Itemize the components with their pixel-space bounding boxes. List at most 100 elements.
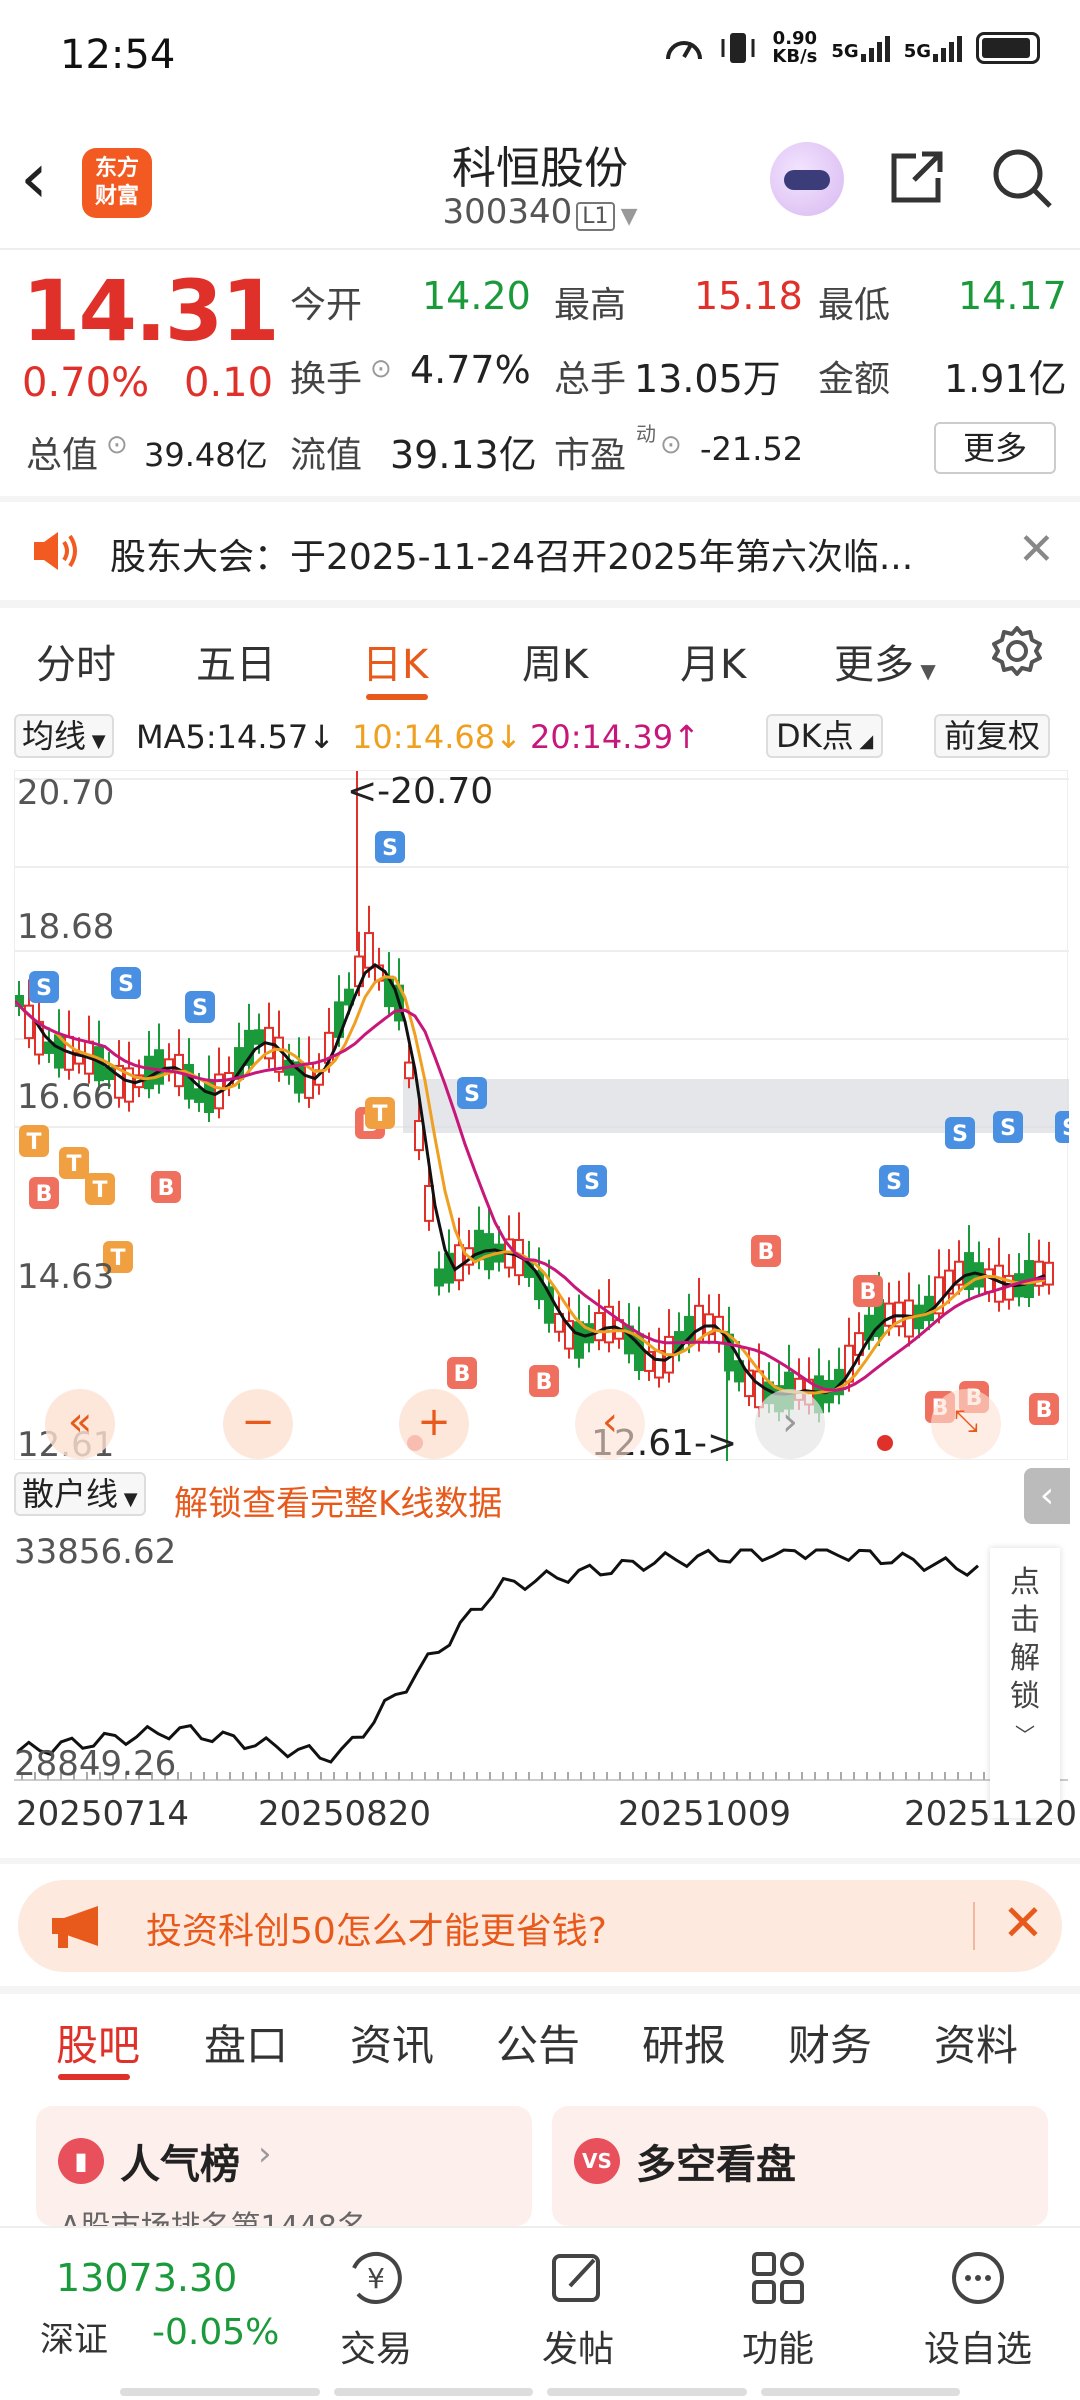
candle-body: [884, 1302, 894, 1327]
volume-value: 13.05万: [634, 357, 781, 401]
max-price-annotation: <-20.70: [347, 771, 494, 812]
zoom-out-button[interactable]: −: [223, 1389, 293, 1459]
dk-point-selector[interactable]: DK点 ◢: [766, 714, 884, 758]
signal-label: S: [1062, 1116, 1069, 1141]
home-indicator: [120, 2388, 960, 2396]
dropdown-icon: ▼: [914, 659, 936, 683]
network-type-2: 5G: [903, 41, 931, 62]
scroll-left-button[interactable]: ‹: [575, 1389, 645, 1459]
tab-profile[interactable]: 资料: [934, 2012, 1018, 2073]
index-value[interactable]: 13073.30: [56, 2256, 237, 2300]
signal-label: S: [36, 976, 52, 1001]
announcement-text: 股东大会：于2025-11-24召开2025年第六次临...: [110, 537, 914, 578]
share-icon[interactable]: [886, 148, 946, 208]
signal-label: S: [584, 1170, 600, 1195]
info-icon[interactable]: ⊙: [370, 354, 392, 384]
mktcap-value: 39.48亿: [144, 436, 268, 474]
promo-banner[interactable]: 投资科创50怎么才能更省钱? ✕: [18, 1880, 1062, 1972]
open-label: 今开: [290, 285, 363, 326]
popularity-card[interactable]: ▮ 人气榜 › A股市场排名第1448名: [36, 2106, 532, 2245]
scroll-right-button[interactable]: ›: [755, 1389, 825, 1459]
chevron-left-icon[interactable]: ‹: [1024, 1468, 1070, 1524]
signal-label: T: [372, 1102, 387, 1127]
trade-button[interactable]: ¥ 交易: [306, 2248, 446, 2372]
candle-body: [1044, 1261, 1054, 1286]
sub-indicator-selector[interactable]: 散户线 ▼: [14, 1472, 146, 1516]
signal-label: S: [464, 1082, 480, 1107]
turnover-label: 换手: [290, 359, 363, 400]
retail-series-line: [17, 1548, 979, 1764]
battery-icon: [976, 32, 1040, 64]
tab-guba[interactable]: 股吧: [56, 2012, 140, 2073]
info-icon[interactable]: ⊙: [660, 430, 682, 460]
tab-five-day[interactable]: 五日: [196, 632, 276, 690]
kline-chart[interactable]: SSSSSSSSSSBBBBBBBBBBTTTTT 20.70 18.68 16…: [13, 770, 1080, 1465]
unlock-link[interactable]: 解锁查看完整K线数据: [174, 1476, 502, 1525]
tab-monthly-k[interactable]: 月K: [680, 632, 746, 690]
long-short-card[interactable]: VS 多空看盘: [552, 2106, 1048, 2226]
tab-daily-k[interactable]: 日K: [362, 632, 428, 690]
zoom-in-button[interactable]: +: [399, 1389, 469, 1459]
retail-line-panel: 散户线 ▼ 解锁查看完整K线数据 ‹ 33856.62 28849.26 点 击…: [0, 1468, 1080, 1858]
long-short-title: 多空看盘: [636, 2142, 796, 2188]
candle-body: [414, 1120, 424, 1152]
ai-assistant-icon[interactable]: [770, 142, 844, 216]
network-type: 5G: [831, 41, 859, 62]
signal-label: S: [886, 1170, 902, 1195]
dropdown-icon: ▼: [86, 731, 106, 752]
info-icon[interactable]: ⊙: [106, 430, 128, 460]
candle-body: [574, 1321, 584, 1359]
ma-legend: 均线 ▼ MA5:14.57↓ 10:14.68↓ 20:14.39↑ DK点 …: [0, 712, 1080, 762]
dropdown-icon: ▼: [620, 204, 638, 229]
more-button[interactable]: 更多: [934, 422, 1056, 474]
candle-body: [184, 1063, 194, 1100]
adjust-selector[interactable]: 前复权: [934, 714, 1051, 758]
expand-chart-button[interactable]: ⤡: [931, 1389, 1001, 1459]
high-value: 15.18: [694, 274, 803, 318]
close-icon[interactable]: ✕: [1018, 524, 1055, 575]
indicator-selector[interactable]: 均线 ▼: [14, 714, 114, 758]
announcement-bar[interactable]: 股东大会：于2025-11-24召开2025年第六次临... ✕: [0, 502, 1080, 598]
volume-label: 总手: [554, 359, 627, 400]
active-tab-indicator: [58, 2074, 130, 2080]
content-tabs: 股吧 盘口 资讯 公告 研报 财务 资料: [0, 2000, 1080, 2090]
candle-body: [144, 1055, 154, 1090]
tab-news[interactable]: 资讯: [350, 2012, 434, 2073]
bottom-nav: 13073.30 深证 -0.05% ¥ 交易 发帖 功能 设自选: [0, 2226, 1080, 2400]
tab-weekly-k[interactable]: 周K: [522, 632, 588, 690]
unlock-side-button[interactable]: 点 击 解 锁 ﹀: [990, 1548, 1060, 1818]
tab-research[interactable]: 研报: [642, 2012, 726, 2073]
functions-button[interactable]: 功能: [708, 2248, 848, 2372]
pe-value: -21.52: [700, 430, 804, 468]
settings-gear-icon[interactable]: [990, 624, 1044, 678]
signal-label: S: [192, 996, 208, 1021]
search-icon[interactable]: [990, 146, 1054, 210]
edit-icon: [552, 2254, 600, 2302]
post-button[interactable]: 发帖: [508, 2248, 648, 2372]
candle-body: [154, 1049, 164, 1085]
close-icon[interactable]: ✕: [1002, 1894, 1044, 1952]
candle-body: [364, 932, 374, 969]
open-value: 14.20: [422, 274, 531, 318]
dropdown-icon: ▼: [118, 1489, 138, 1510]
tab-announcements[interactable]: 公告: [496, 2012, 580, 2073]
tab-finance[interactable]: 财务: [788, 2012, 872, 2073]
tab-intraday[interactable]: 分时: [36, 632, 116, 690]
network-speed-unit: KB/s: [772, 46, 818, 67]
scroll-left-fast-button[interactable]: «: [45, 1389, 115, 1459]
y-label-2: 18.68: [17, 907, 115, 947]
tab-more[interactable]: 更多 ▼: [834, 632, 936, 690]
y-label-top: 20.70: [17, 773, 115, 813]
market-change: -0.05%: [152, 2312, 280, 2353]
chevron-down-icon: ﹀: [1015, 1723, 1035, 1747]
turnover-value: 4.77%: [410, 348, 531, 392]
tab-pankou[interactable]: 盘口: [204, 2012, 288, 2073]
status-bar: 12:54 0.90 KB/s 5G 5G: [0, 0, 1080, 110]
signal-label: S: [1000, 1116, 1016, 1141]
pe-label: 市盈: [554, 435, 627, 476]
y-label-4: 14.63: [17, 1257, 115, 1297]
add-watchlist-button[interactable]: 设自选: [908, 2248, 1048, 2372]
signal-icon-2: [933, 34, 962, 62]
nav-bar: ‹ 东方 财富 科恒股份 300340 L1 ▼: [0, 120, 1080, 250]
yuan-icon: ¥: [352, 2251, 402, 2304]
